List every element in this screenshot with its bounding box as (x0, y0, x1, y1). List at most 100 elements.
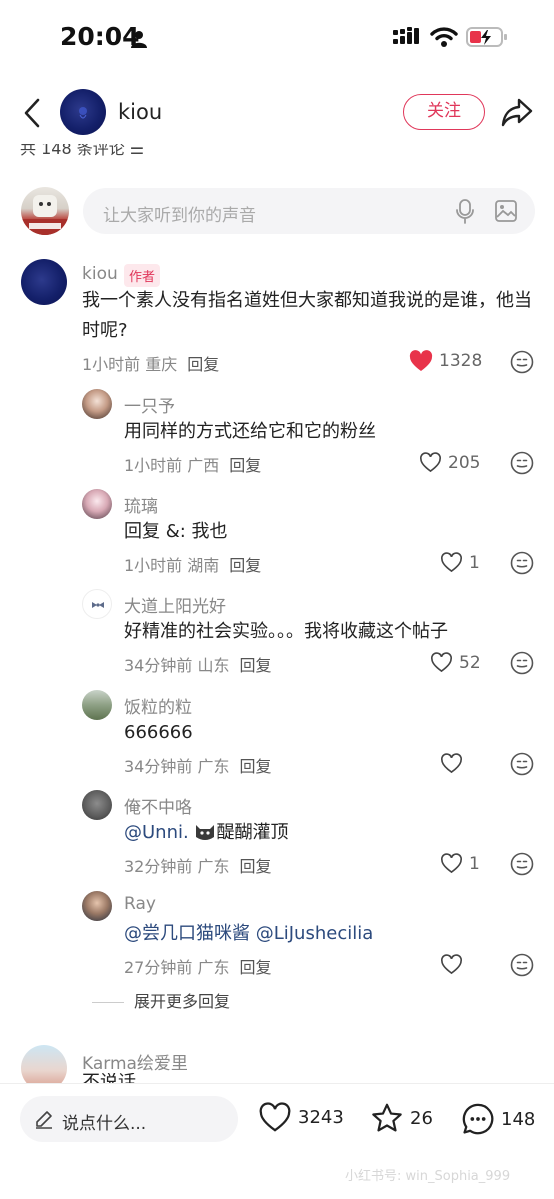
like-count: 1328 (439, 351, 483, 371)
reply-button[interactable]: 回复 (187, 355, 219, 374)
reply-meta: 34分钟前 广东 回复 (124, 757, 272, 776)
note-like-count: 3243 (298, 1107, 344, 1128)
reply-button[interactable]: 回复 (239, 757, 271, 776)
like-button[interactable] (440, 753, 469, 774)
follow-button[interactable]: 关注 (403, 94, 485, 130)
reply-avatar[interactable] (82, 891, 112, 921)
heart-icon (441, 853, 462, 874)
emoji-icon[interactable] (510, 451, 534, 475)
like-button[interactable] (440, 954, 469, 975)
microphone-icon[interactable] (455, 199, 475, 225)
share-icon[interactable] (500, 96, 534, 128)
reply-text: 用同样的方式还给它和它的粉丝 (124, 421, 376, 442)
reply-meta: 1小时前 湖南 回复 (124, 556, 262, 575)
reply-text: 666666 (124, 722, 193, 743)
like-note-button[interactable]: 3243 (258, 1102, 344, 1133)
heart-icon (259, 1102, 291, 1132)
reply-username[interactable]: 琉璃 (124, 492, 158, 517)
emoji-icon[interactable] (510, 551, 534, 575)
note-comment-count: 148 (501, 1108, 536, 1130)
reply-text: @尝几口猫咪酱 @LiJushecilia (124, 919, 373, 949)
reply-avatar[interactable] (82, 489, 112, 519)
comment-bubble-icon (462, 1103, 494, 1135)
wifi-icon (430, 27, 458, 47)
reply-avatar[interactable] (82, 389, 112, 419)
like-button[interactable]: 1 (440, 853, 480, 874)
say-something-placeholder: 说点什么... (62, 1114, 147, 1134)
author-name[interactable]: kiou (118, 100, 162, 124)
author-badge: 作者 (124, 264, 161, 287)
back-arrow-icon[interactable] (18, 96, 48, 130)
like-count: 52 (459, 652, 481, 673)
star-icon (372, 1103, 402, 1132)
reply-text: 回复 &: 我也 (124, 521, 228, 542)
emoji-icon[interactable] (510, 852, 534, 876)
reply-button[interactable]: 回复 (229, 456, 261, 475)
reply-avatar[interactable] (82, 690, 112, 720)
like-button[interactable]: 52 (430, 652, 481, 673)
author-avatar[interactable] (60, 89, 106, 135)
watermark: 小红书号: win_Sophia_999 (345, 1169, 511, 1184)
like-button[interactable]: 1328 (409, 350, 482, 372)
note-star-count: 26 (410, 1107, 433, 1129)
reply-button[interactable]: 回复 (239, 656, 271, 675)
reply-username[interactable]: 饭粒的粒 (124, 693, 192, 718)
comment-username[interactable]: Karma绘爱里 (82, 1049, 188, 1074)
comment-meta: 1小时前 重庆 回复 (82, 355, 220, 374)
say-something-input[interactable]: 说点什么... (20, 1096, 238, 1142)
heart-filled-icon (409, 350, 433, 371)
comments-button[interactable]: 148 (461, 1102, 535, 1136)
like-button[interactable]: 1 (440, 552, 480, 573)
heart-icon (441, 954, 462, 975)
comment-input[interactable]: 让大家听到你的声音 (83, 188, 535, 234)
reply-meta: 1小时前 广西 回复 (124, 456, 262, 475)
pencil-icon (36, 1111, 52, 1129)
like-count: 1 (469, 853, 480, 874)
comment-count: 共 148 条评论 ☰ (20, 144, 145, 158)
emoji-icon[interactable] (510, 953, 534, 977)
image-icon[interactable] (495, 200, 517, 222)
comment-text: 不说话 (82, 1073, 136, 1083)
bow-icon (92, 602, 104, 608)
comment-input-placeholder: 让大家听到你的声音 (103, 206, 256, 226)
reply-meta: 32分钟前 广东 回复 (124, 857, 272, 876)
reply-text: 好精准的社会实验。。。我将收藏这个帖子 (124, 621, 448, 642)
reply-meta: 27分钟前 广东 回复 (124, 958, 272, 977)
cat-sticker-icon (196, 825, 215, 840)
status-time: 20:04 (60, 22, 140, 51)
comment-text: 我一个素人没有指名道姓但大家都知道我说的是谁，他当 时呢? (82, 290, 532, 341)
status-bar: 20:04 (0, 0, 554, 74)
emoji-icon[interactable] (510, 752, 534, 776)
emoji-icon[interactable] (510, 350, 534, 374)
like-count: 1 (469, 552, 480, 573)
comment-username[interactable]: kiou (82, 264, 118, 284)
reply-meta: 34分钟前 山东 回复 (124, 656, 272, 675)
reply-username[interactable]: Ray (124, 894, 156, 914)
collect-button[interactable]: 26 (370, 1102, 433, 1134)
reply-username[interactable]: 大道上阳光好 (124, 592, 226, 617)
reply-username[interactable]: 俺不中咯 (124, 793, 192, 818)
comment-avatar[interactable] (21, 259, 67, 305)
expand-replies-button[interactable]: 展开更多回复 (92, 988, 230, 1012)
emoji-icon[interactable] (510, 651, 534, 675)
like-button[interactable]: 205 (419, 452, 480, 473)
reply-button[interactable]: 回复 (239, 958, 271, 977)
heart-icon (420, 452, 441, 473)
mention-link[interactable]: @Unni. (124, 822, 189, 843)
reply-text: @Unni. 醍醐灌顶 (124, 822, 289, 843)
heart-icon (441, 552, 462, 573)
person-icon (131, 31, 147, 48)
battery-icon (466, 27, 507, 47)
like-count: 205 (448, 452, 481, 473)
note-header: kiou 关注 (0, 84, 554, 142)
reply-button[interactable]: 回复 (229, 556, 261, 575)
signal-icon (393, 27, 419, 44)
mention-link[interactable]: @尝几口猫咪酱 @LiJushecilia (124, 923, 373, 944)
heart-icon (441, 753, 462, 774)
reply-avatar[interactable] (82, 790, 112, 820)
heart-icon (431, 652, 452, 673)
reply-button[interactable]: 回复 (239, 857, 271, 876)
reply-username[interactable]: 一只予 (124, 392, 175, 417)
reply-avatar[interactable] (82, 589, 112, 619)
my-avatar (21, 187, 69, 235)
